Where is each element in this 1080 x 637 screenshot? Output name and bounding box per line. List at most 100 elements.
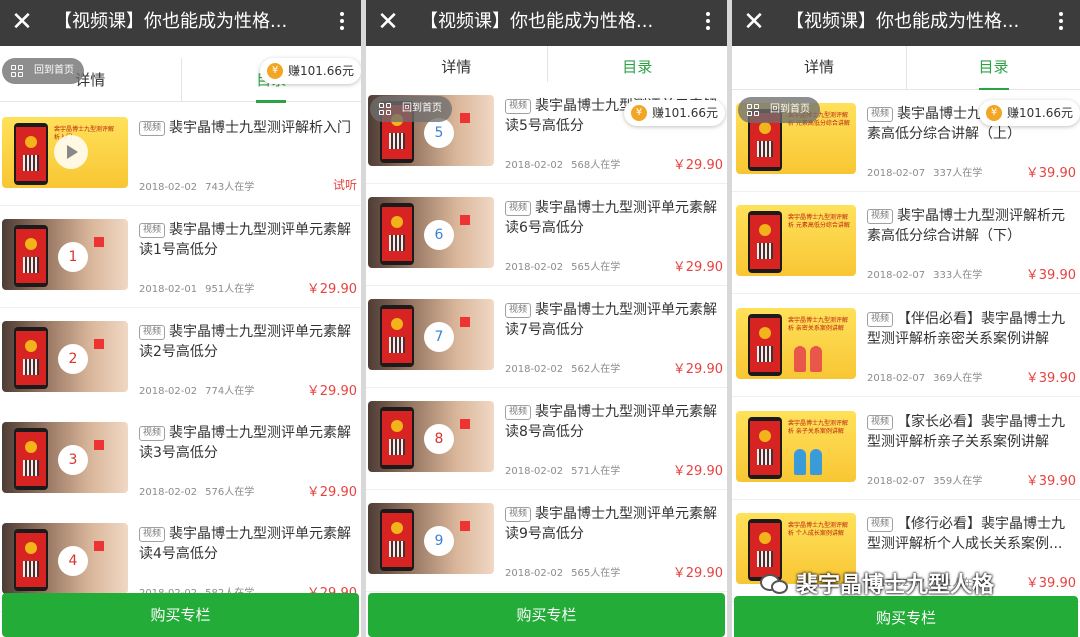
course-thumbnail: 裴宇晶博士九型测评解析入门 — [2, 117, 128, 188]
earn-badge[interactable]: ¥ 赚101.66元 — [979, 100, 1080, 126]
course-thumbnail: 2 — [2, 321, 128, 392]
top-bar: ✕ 【视频课】你也能成为性格... — [732, 0, 1080, 46]
item-title: 视频 裴宇晶博士九型测评单元素解读9号高低分 — [505, 504, 721, 544]
item-title-text: 裴宇晶博士九型测评单元素解读4号高低分 — [139, 526, 352, 562]
item-title: 视频 【家长必看】裴宇晶博士九型测评解析亲子关系案例讲解 — [867, 412, 1074, 452]
item-price: ￥29.90 — [306, 485, 357, 500]
earn-label: 赚101.66元 — [1007, 106, 1073, 120]
more-icon[interactable] — [1054, 9, 1068, 35]
list-item[interactable]: 裴宇晶博士九型测评解析 元素高低分综合讲解 视频裴宇晶博士九型测评解析元素高低分… — [732, 192, 1080, 294]
video-badge: 视频 — [867, 209, 894, 224]
list-item[interactable]: 8 视频 裴宇晶博士九型测评单元素解读8号高低分 2018-02-02 571人在学… — [366, 388, 727, 490]
item-date: 2018-02-02 — [505, 364, 564, 375]
list-item[interactable]: 2 视频 裴宇晶博士九型测评单元素解读2号高低分 2018-02-02 774人在学… — [0, 308, 361, 410]
item-meta: 2018-02-02 576人在学 — [139, 483, 254, 498]
item-price: ￥29.90 — [672, 158, 723, 173]
lesson-number: 1 — [58, 242, 88, 272]
lesson-number: 5 — [424, 118, 454, 148]
top-bar: ✕ 【视频课】你也能成为性格... — [366, 0, 727, 46]
item-title-text: 裴宇晶博士九型测评单元素解读9号高低分 — [505, 506, 718, 542]
video-badge: 视频 — [505, 99, 532, 114]
item-price: ￥29.90 — [672, 464, 723, 479]
item-date: 2018-02-02 — [505, 262, 564, 273]
buy-column-button[interactable]: 购买专栏 — [368, 593, 725, 637]
play-icon[interactable] — [54, 135, 88, 169]
grid-icon — [379, 103, 391, 115]
item-title: 视频 裴宇晶博士九型测评单元素解读4号高低分 — [139, 524, 355, 564]
list-item[interactable]: 裴宇晶博士九型测评解析 亲子关系案例讲解 视频 【家长必看】裴宇晶博士九型测评解析… — [732, 398, 1080, 500]
item-title-text: 裴宇晶博士九型测评单元素解读8号高低分 — [505, 404, 718, 440]
list-item[interactable]: 6 视频 裴宇晶博士九型测评单元素解读6号高低分 2018-02-02 565人在学… — [366, 184, 727, 286]
back-home-label: 回到首页 — [770, 104, 810, 115]
item-title: 视频 【伴侣必看】裴宇晶博士九型测评解析亲密关系案例讲解 — [867, 309, 1074, 349]
item-learners: 565人在学 — [571, 568, 621, 579]
course-thumbnail: 裴宇晶博士九型测评解析 亲密关系案例讲解 — [736, 308, 856, 379]
couple-icon — [792, 342, 828, 372]
wechat-watermark: 裴宇晶博士九型人格 — [760, 568, 994, 604]
earn-badge[interactable]: ¥ 赚101.66元 — [260, 58, 361, 84]
tab-detail[interactable]: 详情 — [732, 46, 906, 90]
list-item[interactable]: 7 视频 裴宇晶博士九型测评单元素解读7号高低分 2018-02-02 562人在学… — [366, 286, 727, 388]
lesson-number: 3 — [58, 445, 88, 475]
more-icon[interactable] — [701, 9, 715, 35]
screen-3: ✕ 【视频课】你也能成为性格... 详情 目录 裴宇晶博士九型测评解析 元素高低… — [732, 0, 1080, 637]
tab-catalog-label: 目录 — [978, 58, 1009, 76]
item-learners: 774人在学 — [205, 386, 255, 397]
back-home-button[interactable]: 回到首页 — [370, 96, 452, 122]
item-date: 2018-02-02 — [505, 160, 564, 171]
list-item[interactable]: 裴宇晶博士九型测评解析 亲密关系案例讲解 视频 【伴侣必看】裴宇晶博士九型测评解析… — [732, 295, 1080, 397]
close-icon[interactable]: ✕ — [741, 7, 767, 37]
item-learners: 562人在学 — [571, 364, 621, 375]
item-date: 2018-02-07 — [867, 168, 926, 179]
close-icon[interactable]: ✕ — [375, 7, 401, 37]
item-price: ￥39.90 — [1025, 268, 1076, 283]
back-home-button[interactable]: 回到首页 — [2, 58, 84, 84]
item-title-text: 裴宇晶博士九型测评解析入门 — [169, 120, 352, 136]
item-date: 2018-02-02 — [139, 487, 198, 498]
item-title-text: 裴宇晶博士九型测评解析元素高低分综合讲解（下） — [867, 208, 1066, 244]
item-meta: 2018-02-07 359人在学 — [867, 472, 982, 487]
item-price: ￥39.90 — [1025, 576, 1076, 591]
earn-label: 赚101.66元 — [652, 106, 718, 120]
course-thumbnail: 裴宇晶博士九型测评解析 亲子关系案例讲解 — [736, 411, 856, 482]
item-price: ￥29.90 — [672, 362, 723, 377]
earn-badge[interactable]: ¥ 赚101.66元 — [624, 100, 725, 126]
close-icon[interactable]: ✕ — [9, 7, 35, 37]
screen-2: ✕ 【视频课】你也能成为性格... 详情 目录 5 视频裴宇晶博士九型测评单元素… — [366, 0, 727, 637]
list-item[interactable]: 3 视频 裴宇晶博士九型测评单元素解读3号高低分 2018-02-02 576人在学… — [0, 409, 361, 511]
item-title: 视频 裴宇晶博士九型测评单元素解读8号高低分 — [505, 402, 721, 442]
course-thumbnail: 8 — [368, 401, 494, 472]
back-home-button[interactable]: 回到首页 — [738, 97, 820, 123]
item-title: 视频 裴宇晶博士九型测评单元素解读2号高低分 — [139, 322, 355, 362]
item-price: ￥29.90 — [672, 260, 723, 275]
watermark-text: 裴宇晶博士九型人格 — [796, 573, 995, 598]
item-meta: 2018-02-02 571人在学 — [505, 462, 620, 477]
tab-catalog[interactable]: 目录 — [906, 46, 1080, 91]
list-item[interactable]: 裴宇晶博士九型测评解析入门 视频裴宇晶博士九型测评解析入门 2018-02-02… — [0, 104, 361, 206]
video-badge: 视频 — [139, 426, 166, 441]
page-title: 【视频课】你也能成为性格... — [420, 11, 654, 32]
video-badge: 视频 — [139, 325, 166, 340]
item-price: ￥39.90 — [1025, 166, 1076, 181]
item-price: ￥39.90 — [1025, 371, 1076, 386]
grid-icon — [747, 104, 759, 116]
item-meta: 2018-02-07 333人在学 — [867, 266, 982, 281]
item-learners: 576人在学 — [205, 487, 255, 498]
video-badge: 视频 — [867, 107, 894, 122]
more-icon[interactable] — [335, 9, 349, 35]
course-thumbnail: 3 — [2, 422, 128, 493]
lesson-number: 9 — [424, 526, 454, 556]
wechat-icon — [760, 572, 790, 596]
list-item[interactable]: 9 视频 裴宇晶博士九型测评单元素解读9号高低分 2018-02-02 565人在学… — [366, 490, 727, 592]
list-item[interactable]: 1 视频 裴宇晶博士九型测评单元素解读1号高低分 2018-02-01 951人在学… — [0, 206, 361, 308]
course-thumbnail: 裴宇晶博士九型测评解析 元素高低分综合讲解 — [736, 205, 856, 276]
trial-label[interactable]: 试听 — [333, 176, 357, 193]
buy-column-button[interactable]: 购买专栏 — [2, 593, 359, 637]
page-title: 【视频课】你也能成为性格... — [786, 11, 1020, 32]
coin-icon: ¥ — [986, 105, 1002, 121]
item-title: 视频 【修行必看】裴宇晶博士九型测评解析个人成长关系案例... — [867, 514, 1074, 554]
video-badge: 视频 — [139, 121, 166, 136]
screen-1: ✕ 【视频课】你也能成为性格... 详情 目录 回到首页 ¥ 赚101.66元 … — [0, 0, 361, 637]
thumbnail-caption: 裴宇晶博士九型测评解析 元素高低分综合讲解 — [788, 214, 850, 229]
item-price: ￥29.90 — [672, 566, 723, 581]
